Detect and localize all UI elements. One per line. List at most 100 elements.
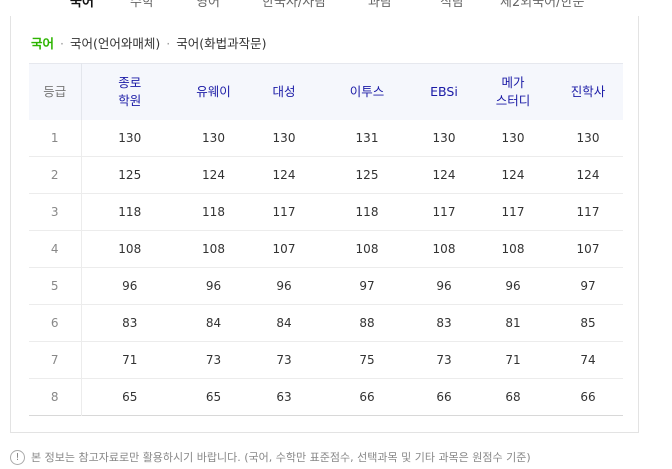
- disclaimer-notice: ! 본 정보는 참고자료로만 활용하시기 바랍니다. (국어, 수학만 표준점수…: [10, 449, 531, 465]
- score-cell: 96: [122, 279, 138, 293]
- subject-tab-bar: 국어 수학 영어 한국사/사탐 과탐 직탐 제2외국어/한문: [0, 0, 672, 16]
- table-row: 5 96 96 96 97 96 96 97: [29, 267, 623, 305]
- score-cell: 73: [276, 353, 292, 367]
- korean-subject-filter: 국어 · 국어(언어와매체) · 국어(화법과작문): [31, 33, 267, 52]
- tab-vocational[interactable]: 직탐: [440, 0, 464, 10]
- score-cell: 97: [359, 279, 375, 293]
- score-cell: 130: [202, 130, 225, 145]
- grade-cell: 3: [29, 193, 82, 231]
- table-row: 3 118 118 117 118 117 117 117: [29, 193, 623, 231]
- score-cell: 66: [359, 390, 375, 404]
- score-cell: 125: [118, 168, 142, 182]
- separator-dot: ·: [60, 36, 64, 51]
- score-cell: 71: [505, 353, 521, 367]
- score-cell: 130: [118, 130, 142, 145]
- score-cell: 108: [501, 242, 525, 256]
- institution-header: 대성: [272, 83, 296, 99]
- table-row: 7 71 73 73 75 73 71 74: [29, 341, 623, 379]
- score-cell: 68: [505, 390, 521, 404]
- score-cell: 83: [122, 316, 138, 330]
- score-cell: 66: [436, 390, 452, 404]
- score-cell: 108: [432, 242, 456, 256]
- grade-cell: 1: [29, 119, 82, 157]
- institution-header: 메가 스터디: [495, 74, 531, 108]
- grade-cut-panel: 국어 · 국어(언어와매체) · 국어(화법과작문) 등급 종로 학원 유웨이 대성 이투…: [10, 16, 639, 433]
- tab-second-foreign-language[interactable]: 제2외국어/한문: [500, 0, 584, 10]
- score-cell: 108: [355, 242, 379, 256]
- score-cell: 66: [580, 390, 596, 404]
- score-cell: 118: [118, 205, 142, 219]
- table-row: 1 130 130 130 131 130 130 130: [29, 119, 623, 157]
- score-cell: 117: [576, 205, 600, 219]
- institution-header: 종로 학원: [118, 74, 142, 108]
- score-cell: 117: [501, 205, 525, 219]
- score-cell: 85: [580, 316, 596, 330]
- score-cell: 118: [355, 205, 379, 219]
- grade-cell: 8: [29, 378, 82, 416]
- disclaimer-text: 본 정보는 참고자료로만 활용하시기 바랍니다. (국어, 수학만 표준점수, …: [31, 451, 531, 464]
- tab-korean[interactable]: 국어: [70, 0, 94, 10]
- info-icon: !: [10, 449, 25, 465]
- score-cell: 130: [432, 130, 456, 145]
- score-cell: 96: [505, 279, 521, 293]
- tab-english[interactable]: 영어: [196, 0, 220, 10]
- tab-math[interactable]: 수학: [130, 0, 154, 10]
- score-cell: 130: [501, 130, 525, 145]
- score-cell: 71: [122, 353, 138, 367]
- score-cell: 73: [436, 353, 452, 367]
- score-cell: 130: [576, 130, 600, 145]
- score-cell: 84: [205, 316, 222, 330]
- score-cell: 96: [436, 279, 452, 293]
- score-cell: 97: [580, 279, 596, 293]
- score-cell: 124: [576, 168, 600, 182]
- score-cell: 88: [359, 316, 375, 330]
- score-cell: 107: [272, 242, 296, 256]
- subtab-korean[interactable]: 국어: [31, 36, 54, 51]
- score-cell: 117: [272, 205, 296, 219]
- score-cell: 131: [355, 130, 379, 145]
- institution-header: 이투스: [349, 83, 385, 99]
- score-cell: 81: [505, 316, 521, 330]
- grade-cell: 6: [29, 304, 82, 342]
- score-cell: 65: [205, 390, 222, 404]
- table-row: 2 125 124 124 125 124 124 124: [29, 156, 623, 194]
- score-cell: 108: [202, 242, 225, 256]
- tab-science[interactable]: 과탐: [368, 0, 392, 10]
- score-cell: 107: [576, 242, 600, 256]
- score-cell: 125: [355, 168, 379, 182]
- score-cell: 83: [436, 316, 452, 330]
- score-cell: 84: [276, 316, 292, 330]
- score-cell: 96: [205, 279, 222, 293]
- tab-history-social[interactable]: 한국사/사탐: [262, 0, 326, 10]
- score-cell: 75: [359, 353, 375, 367]
- grade-cell: 4: [29, 230, 82, 268]
- institution-header: EBSi: [430, 83, 458, 99]
- grade-cut-table: 등급 종로 학원 유웨이 대성 이투스 EBSi 메가 스터디 진학사 1 130 13…: [29, 63, 623, 416]
- score-cell: 130: [272, 130, 296, 145]
- separator-dot: ·: [166, 36, 171, 51]
- grade-cell: 7: [29, 341, 82, 379]
- grade-cell: 2: [29, 156, 82, 194]
- score-cell: 96: [276, 279, 292, 293]
- grade-column-header: 등급: [29, 63, 82, 120]
- score-cell: 65: [122, 390, 138, 404]
- institution-header: 유웨이: [196, 83, 231, 99]
- score-cell: 73: [205, 353, 222, 367]
- score-cell: 74: [580, 353, 596, 367]
- score-cell: 124: [272, 168, 296, 182]
- subtab-speech-and-writing[interactable]: 국어(화법과작문): [176, 36, 266, 51]
- table-row: 6 83 84 84 88 83 81 85: [29, 304, 623, 342]
- subtab-language-and-media[interactable]: 국어(언어와매체): [70, 36, 160, 51]
- table-header-row: 등급 종로 학원 유웨이 대성 이투스 EBSi 메가 스터디 진학사: [29, 63, 623, 120]
- score-cell: 124: [501, 168, 525, 182]
- score-cell: 118: [202, 205, 225, 219]
- score-cell: 108: [118, 242, 142, 256]
- table-row: 4 108 108 107 108 108 108 107: [29, 230, 623, 268]
- score-cell: 124: [432, 168, 456, 182]
- table-row: 8 65 65 63 66 66 68 66: [29, 378, 623, 416]
- institution-header: 진학사: [570, 83, 606, 99]
- score-cell: 63: [276, 390, 292, 404]
- score-cell: 117: [432, 205, 456, 219]
- score-cell: 124: [202, 168, 225, 182]
- grade-cell: 5: [29, 267, 82, 305]
